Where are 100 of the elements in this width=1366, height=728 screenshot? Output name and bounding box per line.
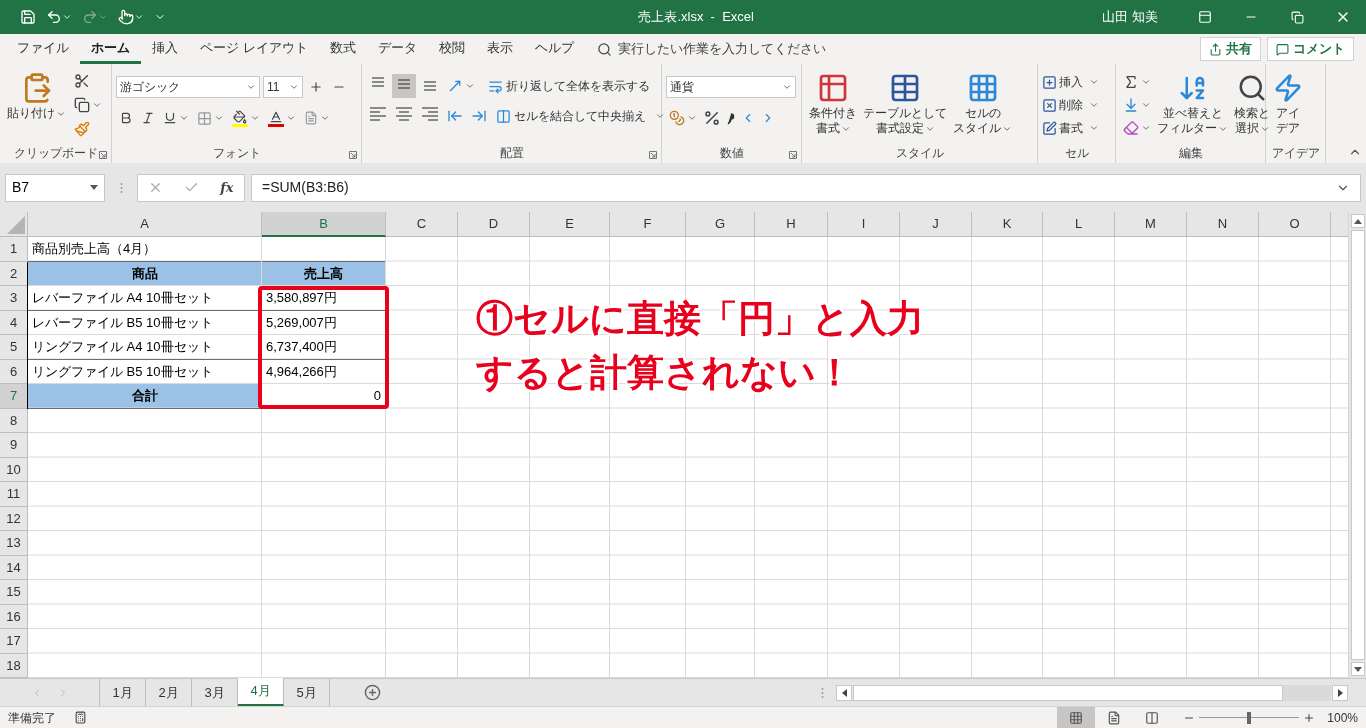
font-size-dropdown[interactable]: 11 [263, 76, 303, 98]
sigma-icon [1123, 74, 1139, 90]
row-header[interactable]: 14 [0, 555, 28, 580]
scroll-left-button[interactable] [836, 684, 852, 701]
row-header[interactable]: 13 [0, 531, 28, 556]
share-button[interactable]: 共有 [1200, 37, 1261, 61]
table-icon [889, 72, 921, 104]
up-triangle-icon [1353, 218, 1362, 224]
add-sheet-icon[interactable] [363, 684, 381, 701]
ribbon-tab[interactable]: ページ レイアウト [189, 34, 319, 64]
wrap-text-button[interactable]: 折り返して全体を表示する [488, 74, 650, 98]
row-header[interactable]: 15 [0, 580, 28, 605]
column-header[interactable]: K [972, 212, 1043, 237]
drag-handle-icon[interactable] [821, 686, 824, 699]
font-name-dropdown[interactable]: 游ゴシック [116, 76, 260, 98]
ribbon-tab[interactable]: データ [366, 34, 428, 64]
formula-field[interactable]: =SUM(B3:B6) [251, 173, 1361, 202]
column-header[interactable]: C [386, 212, 458, 237]
row-header[interactable]: 10 [0, 457, 28, 482]
ideas-button[interactable]: アイ デア [1270, 70, 1306, 142]
cells-button[interactable]: 書式 [1042, 117, 1099, 139]
row-header[interactable]: 12 [0, 506, 28, 531]
column-header[interactable]: G [686, 212, 755, 237]
zoom-thumb[interactable] [1247, 711, 1252, 724]
column-header[interactable]: M [1115, 212, 1187, 237]
caret-icon [1089, 100, 1099, 110]
paintbrush-icon [74, 121, 90, 137]
ribbon-tab[interactable]: 挿入 [141, 34, 189, 64]
style-button[interactable]: テーブルとして 書式設定 [860, 70, 950, 142]
zoom-in-icon[interactable] [1303, 711, 1316, 724]
dialog-launcher-icon[interactable] [649, 151, 657, 159]
scroll-thumb[interactable] [853, 684, 1284, 701]
column-header[interactable]: J [900, 212, 972, 237]
column-header[interactable]: D [458, 212, 530, 237]
column-header[interactable]: B [262, 212, 386, 237]
ribbon-tab[interactable]: 表示 [475, 34, 524, 64]
scroll-up-button[interactable] [1350, 214, 1365, 228]
scroll-thumb[interactable] [1350, 230, 1365, 660]
search-icon [596, 41, 612, 57]
touch-mode-button[interactable] [118, 9, 144, 25]
editing-button[interactable]: 検索と 選択 [1231, 70, 1273, 142]
row-header[interactable]: 8 [0, 408, 28, 433]
paste-button[interactable]: 貼り付け [4, 70, 69, 142]
ribbon-tab[interactable]: 校閲 [427, 34, 476, 64]
comma-icon [727, 111, 735, 125]
column-header[interactable]: I [828, 212, 900, 237]
row-header[interactable]: 7 [0, 384, 28, 409]
style-button[interactable]: セルの スタイル [950, 70, 1015, 142]
ribbon-tab[interactable]: ファイル [6, 34, 80, 64]
dialog-launcher-icon[interactable] [349, 151, 357, 159]
row-header[interactable]: 18 [0, 653, 28, 678]
row-header[interactable]: 6 [0, 359, 28, 384]
style-button[interactable]: 条件付き 書式 [806, 70, 860, 142]
dialog-launcher-icon[interactable] [99, 151, 107, 159]
column-header[interactable]: A [28, 212, 262, 237]
vertical-align-button[interactable] [392, 74, 416, 98]
coins-icon [669, 110, 685, 126]
ribbon-tab[interactable]: ヘルプ [523, 34, 585, 64]
row-header[interactable]: 4 [0, 310, 28, 335]
row-header[interactable]: 11 [0, 482, 28, 507]
row-header[interactable]: 3 [0, 286, 28, 311]
dialog-launcher-icon[interactable] [789, 151, 797, 159]
plus-icon [309, 80, 323, 94]
row-header[interactable]: 9 [0, 433, 28, 458]
row-header[interactable]: 5 [0, 335, 28, 360]
column-header[interactable]: L [1043, 212, 1115, 237]
row-header[interactable]: 2 [0, 261, 28, 286]
merge-center-button[interactable]: セルを結合して中央揃え [496, 104, 665, 128]
scroll-down-button[interactable] [1350, 662, 1365, 676]
cells-button[interactable]: 挿入 [1042, 71, 1099, 93]
name-box[interactable]: B7 [5, 173, 105, 202]
column-header[interactable]: N [1187, 212, 1259, 237]
zoom-level[interactable]: 100% [1327, 708, 1358, 727]
ribbon-tab[interactable]: 数式 [318, 34, 367, 64]
paint-bucket-icon [233, 109, 247, 124]
editing-button[interactable]: 並べ替えと フィルター [1154, 70, 1231, 142]
row-header[interactable]: 1 [0, 237, 28, 262]
column-header[interactable]: O [1259, 212, 1331, 237]
group-label: クリップボード [13, 145, 98, 162]
column-header[interactable]: E [530, 212, 610, 237]
insert-function-button[interactable]: fx [220, 177, 234, 198]
comment-button[interactable]: コメント [1267, 37, 1354, 61]
number-format-dropdown[interactable]: 通貨 [666, 76, 796, 98]
scroll-right-button[interactable] [1332, 684, 1348, 701]
tell-me-field[interactable]: 実行したい作業を入力してください [596, 39, 826, 59]
caret-icon [98, 12, 108, 22]
zoom-slider[interactable] [1199, 711, 1300, 724]
view-button[interactable] [1057, 707, 1096, 728]
save-button[interactable] [20, 9, 36, 25]
cells-button[interactable]: 削除 [1042, 94, 1099, 116]
underline-icon [163, 111, 177, 125]
column-header[interactable]: H [755, 212, 828, 237]
drag-handle-icon[interactable] [119, 181, 123, 194]
sheet-tab[interactable]: 4月 [238, 678, 284, 706]
undo-button[interactable] [46, 9, 72, 25]
caret-icon [1089, 123, 1099, 133]
row-header[interactable]: 17 [0, 629, 28, 654]
column-header[interactable]: F [610, 212, 686, 237]
lightning-icon [1273, 73, 1303, 103]
row-header[interactable]: 16 [0, 604, 28, 629]
